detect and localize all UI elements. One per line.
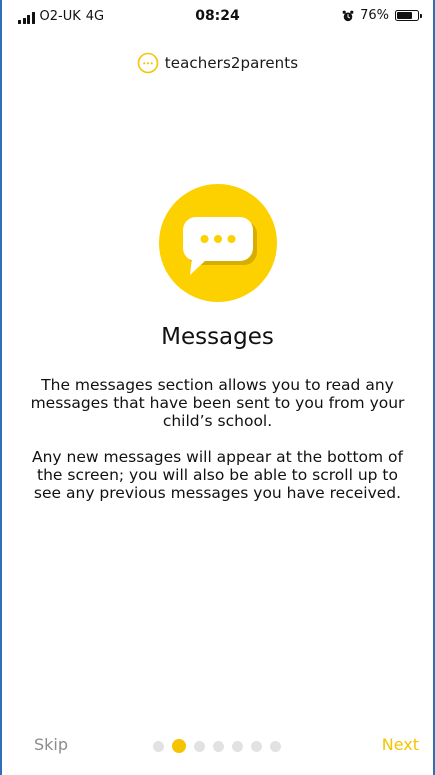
next-button[interactable]: Next [382,735,419,754]
description-paragraph-1: The messages section allows you to read … [30,376,405,430]
page-dot-4[interactable] [213,740,224,752]
onboarding-footer: Skip Next [2,733,433,757]
brand-name: teachers2parents [164,54,299,72]
description-paragraph-2: Any new messages will appear at the bott… [32,448,403,502]
page-dot-1[interactable] [153,740,164,752]
app-header: teachers2parents [2,52,433,74]
skip-button[interactable]: Skip [34,735,68,754]
onboarding-screen: O2-UK 4G 08:24 76% teachers2parents Mess… [0,0,435,775]
page-dot-3[interactable] [194,740,205,752]
battery-percentage: 76% [360,8,389,23]
page-title: Messages [161,324,274,350]
speech-bubble-dots-icon [137,52,159,74]
page-indicator [153,739,281,753]
alarm-icon [342,10,354,21]
status-right: 76% [342,8,422,23]
page-dot-2[interactable] [172,739,186,753]
status-bar: O2-UK 4G 08:24 76% [2,0,433,32]
message-bubble-icon [158,184,277,302]
page-dot-7[interactable] [270,740,281,752]
battery-icon [395,10,422,21]
page-dot-6[interactable] [251,740,262,752]
battery-fill [397,12,412,19]
page-dot-5[interactable] [232,740,243,752]
